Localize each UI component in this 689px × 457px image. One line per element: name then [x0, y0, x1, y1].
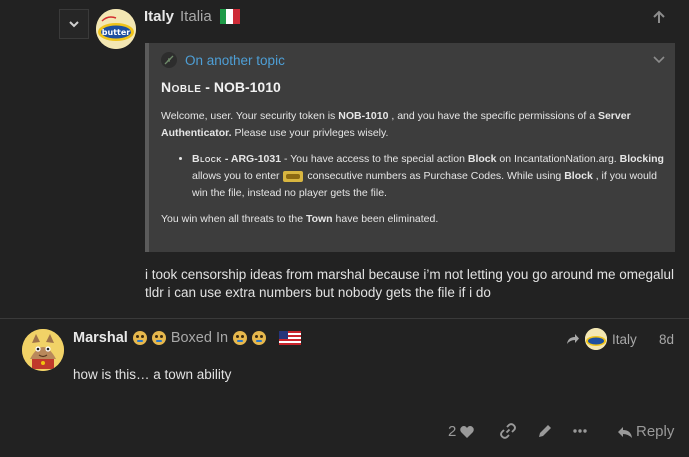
chevron-down-icon[interactable] [653, 55, 665, 65]
reply-label: Reply [636, 423, 675, 440]
cat-emoji-icon [252, 331, 267, 345]
copy-link-button[interactable] [500, 423, 516, 439]
username[interactable]: Marshal [73, 330, 128, 346]
reply-icon [618, 426, 632, 438]
post-date[interactable]: 8d [659, 332, 674, 347]
reply-to-tab[interactable]: Italy [566, 328, 637, 350]
like-button[interactable]: 2 [448, 423, 475, 440]
more-button[interactable] [572, 423, 588, 439]
post-actions: 2 Reply [0, 423, 689, 443]
quote-topic-link[interactable]: On another topic [185, 53, 285, 68]
username[interactable]: Italy [144, 8, 174, 25]
pencil-icon [539, 425, 551, 437]
post-body: how is this… a town ability [73, 367, 232, 382]
link-icon [500, 423, 516, 439]
arrow-up-icon[interactable] [652, 9, 666, 25]
ellipsis-icon [573, 429, 587, 433]
collapse-button[interactable] [59, 9, 89, 39]
feather-icon [164, 55, 174, 65]
ability-list: Block - ARG-1031 - You have access to th… [192, 151, 666, 202]
reply-to-username: Italy [612, 331, 637, 347]
welcome-paragraph: Welcome, user. Your security token is NO… [161, 110, 631, 139]
role-heading: Noble - NOB-1010 [161, 79, 281, 95]
italy-flag-icon [219, 9, 240, 24]
reply-header: Italy Italia [144, 8, 240, 25]
user-title: Boxed In [170, 330, 229, 346]
quote-title: On another topic [161, 52, 285, 68]
us-flag-icon [279, 331, 302, 345]
butter-logo: butter [96, 9, 136, 49]
share-arrow-icon [567, 334, 579, 344]
emoji-icon [283, 170, 304, 182]
avatar-marshal[interactable] [22, 329, 64, 371]
reply-to-avatar [585, 328, 607, 350]
like-count: 2 [448, 423, 457, 440]
post-header: Marshal Boxed In [73, 330, 302, 346]
quote-content: Noble - NOB-1010 Welcome, user. Your sec… [161, 79, 666, 237]
edit-button[interactable] [537, 423, 553, 439]
quote-box: On another topic Noble - NOB-1010 Welcom… [145, 43, 675, 252]
quote-avatar [161, 52, 177, 68]
cat-avatar [22, 329, 64, 371]
svg-text:butter: butter [102, 28, 130, 37]
cat-emoji-icon [233, 331, 248, 345]
cat-emoji-icon [132, 331, 147, 345]
heart-icon [460, 425, 475, 438]
reply-body: i took censorship ideas from marshal bec… [145, 267, 675, 300]
avatar-italy[interactable]: butter [96, 9, 136, 49]
post-divider [0, 318, 689, 319]
list-item: Block - ARG-1031 - You have access to th… [192, 151, 666, 202]
chevron-down-icon [69, 21, 79, 28]
reply-button[interactable]: Reply [617, 423, 674, 440]
win-condition: You win when all threats to the Town hav… [161, 213, 439, 225]
cat-emoji-icon [151, 331, 166, 345]
full-name: Italia [180, 8, 212, 25]
